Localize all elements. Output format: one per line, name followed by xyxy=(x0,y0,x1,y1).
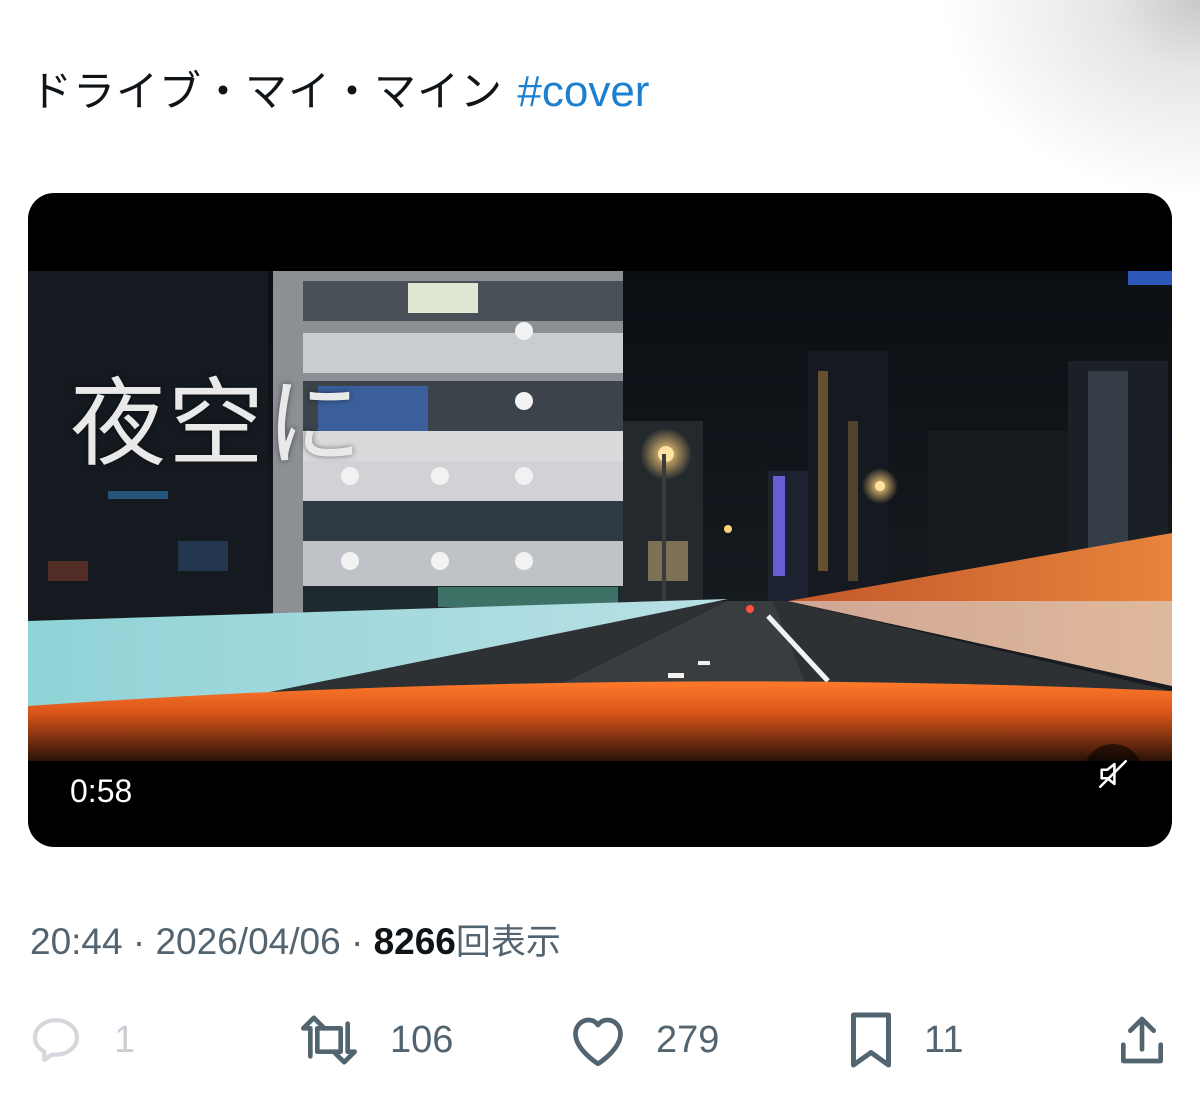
video-duration: 0:58 xyxy=(58,763,145,819)
post-time: 20:44 xyxy=(30,921,123,962)
post-text: ドライブ・マイ・マイン #cover xyxy=(30,62,649,122)
bookmark-button[interactable]: 11 xyxy=(846,1010,963,1070)
hashtag-link[interactable]: #cover xyxy=(517,67,649,116)
share-button[interactable] xyxy=(1114,1010,1170,1070)
video-player[interactable]: 夜空に 0:58 xyxy=(28,193,1172,847)
video-overlay-text: 夜空に xyxy=(70,368,364,480)
meta-separator: · xyxy=(122,921,156,962)
reply-icon xyxy=(32,1018,80,1062)
post-meta: 20:44 · 2026/04/06 · 8266回表示 xyxy=(30,918,561,967)
bookmark-count: 11 xyxy=(924,1018,964,1061)
share-icon xyxy=(1121,1016,1163,1064)
heart-icon xyxy=(573,1017,623,1067)
night-drive-scene xyxy=(28,271,1172,761)
muted-speaker-icon xyxy=(1098,759,1128,789)
repost-button[interactable]: 106 xyxy=(296,1010,453,1070)
views-label: 回表示 xyxy=(455,923,561,963)
repost-icon xyxy=(301,1015,357,1065)
like-button[interactable]: 279 xyxy=(568,1010,719,1070)
mute-button[interactable] xyxy=(1083,744,1143,804)
bookmark-icon xyxy=(851,1012,891,1068)
post-date[interactable]: 2026/04/06 xyxy=(155,921,340,962)
reply-button[interactable]: 1 xyxy=(28,1010,135,1070)
corner-shade xyxy=(940,0,1200,200)
post-text-body: ドライブ・マイ・マイン xyxy=(30,67,504,116)
meta-separator: · xyxy=(340,921,374,962)
views-count: 8266 xyxy=(373,921,456,962)
repost-count: 106 xyxy=(390,1018,454,1061)
reply-count: 1 xyxy=(114,1018,136,1061)
like-count: 279 xyxy=(656,1018,720,1061)
video-frame: 夜空に xyxy=(28,271,1172,761)
